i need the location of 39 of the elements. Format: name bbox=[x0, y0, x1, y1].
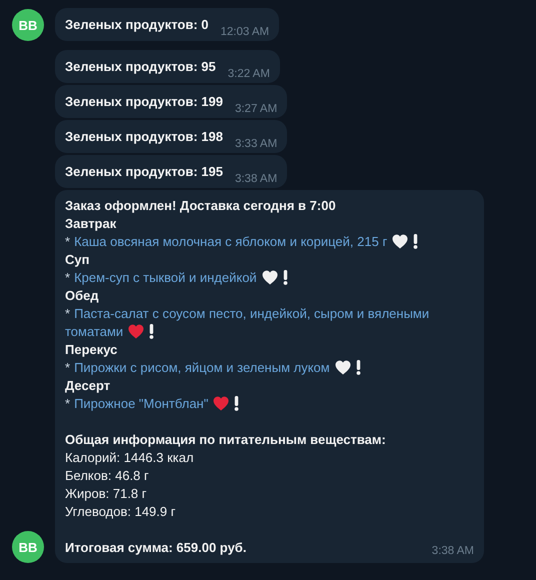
message-time: 3:38 AM bbox=[432, 545, 474, 557]
message-text: Зеленых продуктов: 199 bbox=[65, 93, 223, 111]
exclamation-icon bbox=[356, 360, 361, 375]
message-text: Зеленых продуктов: 0 bbox=[65, 16, 208, 34]
message-text: Жиров: 71.8 г bbox=[65, 486, 147, 501]
message-time: 3:38 AM bbox=[234, 173, 278, 185]
dish-link[interactable]: Крем-суп с тыквой и индейкой bbox=[74, 270, 257, 285]
dish-link[interactable]: Пирожки с рисом, яйцом и зеленым луком bbox=[74, 360, 330, 375]
message-time: 3:33 AM bbox=[234, 138, 278, 150]
exclamation-icon bbox=[282, 270, 288, 285]
bullet: * bbox=[65, 396, 70, 411]
bullet: * bbox=[65, 270, 70, 285]
message-heading: Заказ оформлен! Доставка сегодня в 7:00 bbox=[65, 198, 336, 213]
message-heading: Общая информация по питательным веществам: bbox=[65, 432, 386, 447]
message-text: Калорий: 1446.3 ккал bbox=[65, 450, 194, 465]
section-title: Перекус bbox=[65, 342, 118, 357]
message-text: Зеленых продуктов: 198 bbox=[65, 128, 223, 146]
exclamation-icon bbox=[234, 396, 240, 411]
message-text: Белков: 46.8 г bbox=[65, 468, 149, 483]
message-text: Зеленых продуктов: 195 bbox=[65, 163, 223, 181]
dish-link[interactable]: томатами bbox=[65, 324, 124, 339]
dish-link[interactable]: Каша овсяная молочная с яблоком и корицей, 215 г bbox=[74, 234, 388, 249]
dish-link[interactable]: Пирожное "Монтблан" bbox=[74, 396, 208, 411]
bullet: * bbox=[65, 360, 70, 375]
message-text: Зеленых продуктов: 95 bbox=[65, 58, 216, 76]
bullet: * bbox=[65, 234, 70, 249]
section-title: Десерт bbox=[65, 378, 110, 393]
section-title: Завтрак bbox=[65, 216, 116, 231]
exclamation-icon bbox=[413, 234, 418, 249]
section-title: Обед bbox=[65, 288, 99, 303]
message-time: 3:22 AM bbox=[228, 68, 270, 80]
message-text: Углеводов: 149.9 г bbox=[65, 504, 176, 519]
message-time: 3:27 AM bbox=[234, 103, 278, 115]
message-heading: Итоговая сумма: 659.00 руб. bbox=[65, 540, 246, 555]
dish-link[interactable]: Паста-салат с соусом песто, индейкой, сыром и вялеными bbox=[74, 306, 430, 321]
message-time: 12:03 AM bbox=[220, 26, 270, 38]
bullet: * bbox=[65, 306, 70, 321]
exclamation-icon bbox=[149, 324, 154, 339]
section-title: Суп bbox=[65, 252, 90, 267]
